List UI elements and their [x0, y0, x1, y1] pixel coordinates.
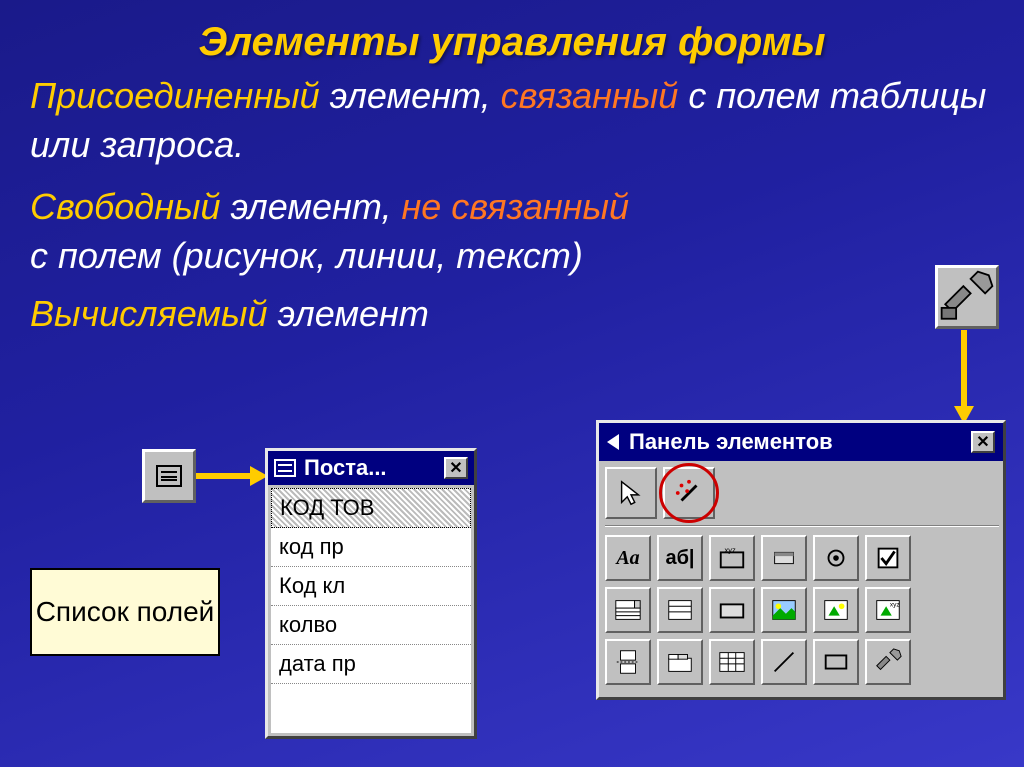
- rectangle-icon: [821, 647, 851, 677]
- wand-icon: [674, 478, 704, 508]
- label-icon: Aa: [616, 547, 639, 570]
- textbox-tool[interactable]: аб|: [657, 535, 703, 581]
- object-icon: [821, 595, 851, 625]
- radio-icon: [821, 543, 851, 573]
- text-line3: с полем (рисунок, линии, текст): [30, 232, 994, 281]
- textbox-icon: аб|: [665, 547, 694, 570]
- subform-icon: [717, 647, 747, 677]
- pagebreak-icon: [613, 647, 643, 677]
- fieldlist-button[interactable]: [142, 449, 196, 503]
- combobox-tool[interactable]: [605, 587, 651, 633]
- checkbox-tool[interactable]: [865, 535, 911, 581]
- more-tools[interactable]: [865, 639, 911, 685]
- wizard-tool[interactable]: [663, 467, 715, 519]
- button-tool[interactable]: [709, 587, 755, 633]
- line-tool[interactable]: [761, 639, 807, 685]
- image-tool[interactable]: [761, 587, 807, 633]
- separator: [605, 525, 999, 527]
- listbox-icon: [665, 595, 695, 625]
- combobox-icon: [613, 595, 643, 625]
- slide-body: Присоединенный элемент, связанный с поле…: [30, 72, 994, 339]
- term-unbound: не связанный: [401, 186, 629, 227]
- listbox-tool[interactable]: [657, 587, 703, 633]
- button-icon: [717, 595, 747, 625]
- pointer-icon: [616, 478, 646, 508]
- toolbox-window: Панель элементов ✕ Aa аб| xyz: [596, 420, 1006, 700]
- tab-icon: [665, 647, 695, 677]
- text: элемент,: [320, 75, 501, 116]
- text: элемент,: [221, 186, 402, 227]
- list-icon: [156, 465, 182, 487]
- dropdown-icon: [607, 434, 619, 450]
- list-item[interactable]: КОД ТОВ: [271, 488, 471, 528]
- unbound-object-tool[interactable]: [813, 587, 859, 633]
- line-icon: [769, 647, 799, 677]
- image-icon: [769, 595, 799, 625]
- term-calculated: Вычисляемый: [30, 293, 268, 334]
- rectangle-tool[interactable]: [813, 639, 859, 685]
- window-title-text: Поста...: [304, 455, 387, 481]
- list-item[interactable]: Код кл: [271, 567, 471, 606]
- arrow-to-fieldlist: [196, 473, 254, 479]
- text: элемент: [268, 293, 429, 334]
- option-tool[interactable]: [813, 535, 859, 581]
- build-button[interactable]: [935, 265, 999, 329]
- svg-text:xyz: xyz: [890, 601, 900, 608]
- toggle-icon: [769, 543, 799, 573]
- fieldlist-titlebar[interactable]: Поста... ✕: [268, 451, 474, 485]
- tab-tool[interactable]: [657, 639, 703, 685]
- fieldlist-label: Список полей: [30, 568, 220, 656]
- toolbox-titlebar[interactable]: Панель элементов ✕: [599, 423, 1003, 461]
- toolbox-body: Aa аб| xyz xyz: [599, 461, 1003, 697]
- groupbox-tool[interactable]: xyz: [709, 535, 755, 581]
- bound-object-icon: xyz: [873, 595, 903, 625]
- fieldlist-window: Поста... ✕ КОД ТОВ код пр Код кл колво д…: [265, 448, 477, 739]
- fieldlist-body: КОД ТОВ код пр Код кл колво дата пр: [271, 488, 471, 733]
- hammer-wrench-icon: [873, 647, 903, 677]
- term-attached: Присоединенный: [30, 75, 320, 116]
- window-title-text: Панель элементов: [629, 429, 833, 455]
- hammer-wrench-icon: [938, 268, 996, 326]
- label-tool[interactable]: Aa: [605, 535, 651, 581]
- arrow-to-toolbox: [961, 330, 967, 410]
- subform-tool[interactable]: [709, 639, 755, 685]
- list-item[interactable]: код пр: [271, 528, 471, 567]
- close-button[interactable]: ✕: [971, 431, 995, 453]
- toggle-tool[interactable]: [761, 535, 807, 581]
- term-bound: связанный: [501, 75, 679, 116]
- groupbox-icon: xyz: [717, 543, 747, 573]
- list-item[interactable]: колво: [271, 606, 471, 645]
- pagebreak-tool[interactable]: [605, 639, 651, 685]
- bound-object-tool[interactable]: xyz: [865, 587, 911, 633]
- list-item[interactable]: дата пр: [271, 645, 471, 684]
- select-tool[interactable]: [605, 467, 657, 519]
- close-button[interactable]: ✕: [444, 457, 468, 479]
- checkbox-icon: [873, 543, 903, 573]
- slide-title: Элементы управления формы: [0, 20, 1024, 65]
- term-free: Свободный: [30, 186, 221, 227]
- list-icon: [274, 459, 296, 477]
- svg-text:xyz: xyz: [725, 545, 737, 554]
